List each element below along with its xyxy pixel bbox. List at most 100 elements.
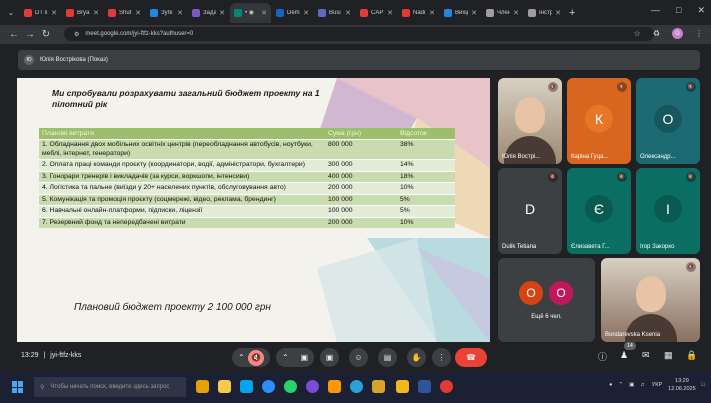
browser-tab[interactable]: Brya ✕ (62, 3, 103, 23)
menu-kebab-icon[interactable]: ⋮ (695, 29, 703, 38)
browser-tab[interactable]: Інстр ✕ (524, 3, 565, 23)
telegram-icon[interactable] (350, 380, 363, 393)
minimize-icon[interactable]: — (651, 5, 660, 16)
tray-app-icon[interactable]: ● (609, 382, 612, 388)
browser-tab[interactable]: Dem ✕ (272, 3, 313, 23)
present-button[interactable]: ▣ (320, 348, 339, 367)
activities-icon[interactable]: ▦ (664, 350, 673, 361)
camera-options-icon[interactable]: ⌃ (282, 353, 289, 362)
participant-tile[interactable]: D 🔇 Dulik Tetiana (498, 168, 562, 254)
chrome-icon[interactable] (440, 380, 453, 393)
more-participants-tile[interactable]: O O Ещё 6 чел. (498, 258, 595, 342)
participant-tile[interactable]: 🔇 Юлія Вострі... (498, 78, 562, 164)
browser-tab[interactable]: Busi ✕ (314, 3, 355, 23)
browser-tab[interactable]: Зада ✕ (188, 3, 229, 23)
browser-tab[interactable]: DT li ✕ (20, 3, 61, 23)
participant-tile[interactable]: 🔇 Bondarevska Ksenia (601, 258, 700, 342)
header-amount: Сума (грн) (325, 128, 397, 140)
row-amount: 300 000 (325, 159, 397, 171)
chat-icon[interactable]: ✉ (642, 350, 650, 361)
tray-chevron-icon[interactable]: ⌃ (618, 382, 623, 388)
row-expense: 2. Оплата праці команди проєкту (координ… (39, 159, 325, 171)
app-icon-orange[interactable] (328, 380, 341, 393)
taskbar-clock[interactable]: 13:29 12.06.2025 (668, 377, 696, 393)
site-info-icon[interactable]: ⚙ (74, 31, 79, 38)
browser-tab[interactable]: CAP ✕ (356, 3, 397, 23)
tab-search-icon[interactable]: ⌄ (4, 6, 18, 20)
browser-tab[interactable]: Вихід✕ (440, 3, 481, 23)
leave-call-button[interactable]: ☎ (455, 348, 487, 367)
bookmark-star-icon[interactable]: ☆ (634, 29, 641, 38)
tab-favicon-icon (234, 8, 242, 17)
tab-close-icon[interactable]: ✕ (555, 9, 561, 17)
tab-close-icon[interactable]: ✕ (135, 9, 141, 17)
browser-tab[interactable]: Nadi ✕ (398, 3, 439, 23)
tab-favicon-icon (66, 8, 74, 17)
tab-close-icon[interactable]: ✕ (93, 9, 99, 17)
browser-tab[interactable]: • ◉ ✕ (230, 2, 271, 23)
notifications-icon[interactable]: □ (702, 382, 705, 388)
whatsapp-icon[interactable] (284, 380, 297, 393)
forward-icon[interactable]: → (22, 29, 38, 40)
people-icon[interactable]: ♟ (620, 350, 628, 361)
tab-close-icon[interactable]: ✕ (471, 9, 477, 17)
viber-icon[interactable] (306, 380, 319, 393)
participant-tile[interactable]: О 🔇 Олександр... (636, 78, 700, 164)
windows-taskbar: ⚲ Чтобы начать поиск, введите здесь запр… (0, 372, 711, 403)
browser-tab[interactable]: Shut ✕ (104, 3, 145, 23)
network-icon[interactable]: ▣ (629, 382, 634, 388)
host-controls-icon[interactable]: 🔒 (686, 350, 697, 361)
raise-hand-button[interactable]: ✋ (407, 348, 426, 367)
meeting-time: 13:29 (21, 352, 39, 359)
tab-title: Dem (287, 9, 300, 16)
mic-options-icon[interactable]: ⌃ (238, 353, 245, 362)
more-options-button[interactable]: ⋮ (432, 348, 451, 367)
close-icon[interactable]: ✕ (697, 5, 705, 16)
tab-close-icon[interactable]: ✕ (51, 9, 57, 17)
info-icon[interactable]: ⓘ (598, 350, 607, 363)
tab-close-icon[interactable]: ✕ (345, 9, 351, 17)
participant-tile[interactable]: Є 🔇 Єлизавета Г... (567, 168, 631, 254)
maximize-icon[interactable]: □ (676, 5, 681, 16)
app-icon-yellow[interactable] (372, 380, 385, 393)
tab-title: Зада (203, 9, 217, 16)
tab-favicon-icon (528, 8, 536, 17)
reload-icon[interactable]: ↻ (38, 29, 54, 40)
emoji-button[interactable]: ☺ (349, 348, 368, 367)
tab-close-icon[interactable]: ✕ (261, 9, 267, 17)
file-explorer-icon[interactable] (218, 380, 231, 393)
participant-name: Bondarevska Ksenia (605, 332, 661, 338)
word-icon[interactable] (418, 380, 431, 393)
captions-button[interactable]: ▤ (378, 348, 397, 367)
browser-tab[interactable]: Зубі ✕ (146, 3, 187, 23)
tab-close-icon[interactable]: ✕ (219, 9, 225, 17)
url-field[interactable]: ⚙ meet.google.com/jyi-ftfz-kks?authuser=… (64, 27, 654, 41)
start-windows-icon[interactable] (12, 381, 24, 393)
back-icon[interactable]: ← (6, 29, 22, 40)
skype-icon[interactable] (240, 380, 253, 393)
tab-close-icon[interactable]: ✕ (387, 9, 393, 17)
profile-avatar[interactable]: G (672, 28, 683, 39)
language-indicator[interactable]: УКР (652, 382, 662, 388)
taskbar-search[interactable]: ⚲ Чтобы начать поиск, введите здесь запр… (34, 377, 186, 397)
camera-icon[interactable]: ▣ (300, 353, 308, 362)
participant-tile[interactable]: І 🔇 Ігор Закорко (636, 168, 700, 254)
zoom-icon[interactable] (262, 380, 275, 393)
participant-tile[interactable]: К 🔇 Каріна Гуца... (567, 78, 631, 164)
participant-video-face (515, 96, 545, 133)
extensions-icon[interactable]: ♻ (653, 29, 660, 38)
tab-title: Інстр (539, 9, 553, 16)
mic-control[interactable]: ⌃ 🔇 (232, 348, 270, 367)
muted-mic-icon: 🔇 (686, 82, 696, 92)
new-tab-icon[interactable]: + (569, 7, 575, 19)
volume-icon[interactable]: ♬ (640, 382, 646, 388)
camera-control[interactable]: ⌃ ▣ (276, 348, 314, 367)
tab-close-icon[interactable]: ✕ (303, 9, 309, 17)
tab-close-icon[interactable]: ✕ (177, 9, 183, 17)
task-view-icon[interactable] (196, 380, 209, 393)
folder-icon[interactable] (396, 380, 409, 393)
tab-close-icon[interactable]: ✕ (429, 9, 435, 17)
tab-close-icon[interactable]: ✕ (513, 9, 519, 17)
mic-off-icon[interactable]: 🔇 (248, 349, 264, 366)
browser-tab[interactable]: Член ✕ (482, 3, 523, 23)
